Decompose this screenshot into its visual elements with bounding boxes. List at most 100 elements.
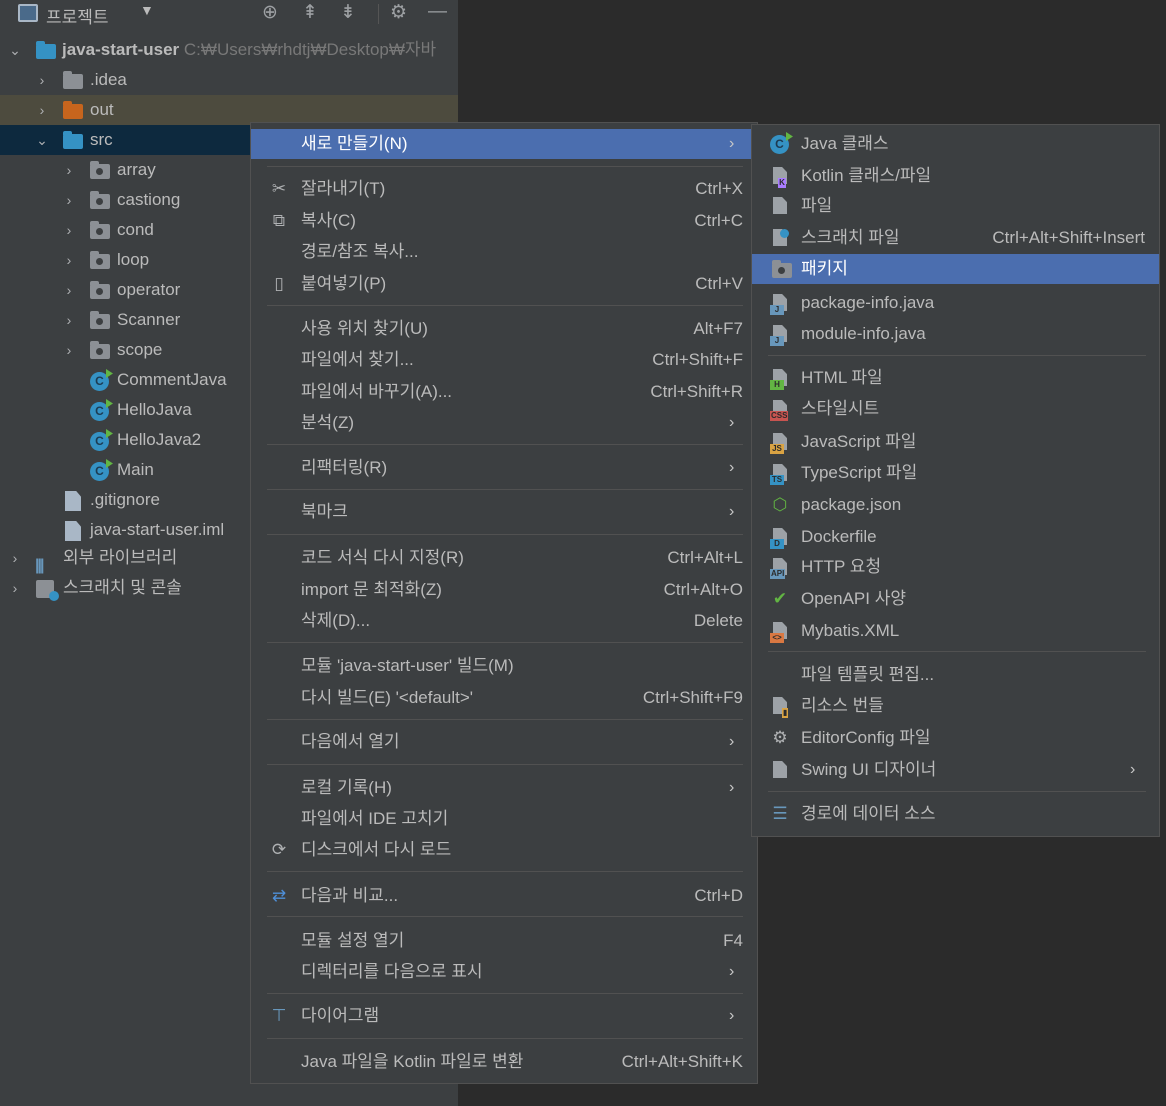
java-file-icon: J bbox=[770, 294, 790, 315]
submenu-item-java-class[interactable]: C Java 클래스 bbox=[752, 129, 1159, 159]
chevron-right-icon[interactable]: › bbox=[62, 245, 76, 275]
menu-item-new[interactable]: 새로 만들기(N) › bbox=[251, 129, 757, 159]
menu-item-find-in-files[interactable]: 파일에서 찾기... Ctrl+Shift+F bbox=[251, 345, 757, 375]
chevron-right-icon[interactable]: › bbox=[35, 65, 49, 95]
javascript-file-icon: JS bbox=[770, 433, 790, 454]
package-icon bbox=[90, 191, 110, 209]
chevron-right-icon[interactable]: › bbox=[62, 275, 76, 305]
package-icon bbox=[90, 221, 110, 239]
menu-item-build-module[interactable]: 모듈 'java-start-user' 빌드(M) bbox=[251, 651, 757, 681]
hide-icon[interactable]: — bbox=[428, 1, 447, 23]
chevron-right-icon[interactable]: › bbox=[62, 155, 76, 185]
menu-item-bookmarks[interactable]: 북마크 › bbox=[251, 497, 757, 527]
menu-item-optimize-imports[interactable]: import 문 최적화(Z) Ctrl+Alt+O bbox=[251, 575, 757, 605]
menu-item-delete[interactable]: 삭제(D)... Delete bbox=[251, 606, 757, 636]
panel-title[interactable]: 프로젝트 bbox=[46, 3, 109, 28]
menu-item-paste[interactable]: ▯ 붙여넣기(P) Ctrl+V bbox=[251, 269, 757, 299]
collapse-all-icon[interactable]: ⇟ bbox=[340, 1, 356, 24]
submenu-item-package[interactable]: 패키지 bbox=[752, 254, 1159, 284]
chevron-right-icon[interactable]: › bbox=[8, 573, 22, 603]
project-panel-header: 프로젝트 ▼ ⊕ ⇞ ⇟ ⚙ — bbox=[0, 0, 458, 28]
chevron-right-icon[interactable]: › bbox=[62, 305, 76, 335]
submenu-item-dockerfile[interactable]: D Dockerfile bbox=[752, 522, 1159, 552]
gear-icon[interactable]: ⚙ bbox=[390, 1, 407, 24]
java-class-icon: C bbox=[90, 372, 109, 391]
menu-item-compare-with[interactable]: ⇄ 다음과 비교... Ctrl+D bbox=[251, 881, 757, 911]
menu-item-rebuild[interactable]: 다시 빌드(E) '<default>' Ctrl+Shift+F9 bbox=[251, 683, 757, 713]
submenu-item-module-info[interactable]: J module-info.java bbox=[752, 319, 1159, 349]
submenu-item-edit-templates[interactable]: 파일 템플릿 편집... bbox=[752, 660, 1159, 690]
openapi-icon: ✔ bbox=[772, 589, 788, 608]
submenu-item-mybatis-xml[interactable]: <> Mybatis.XML bbox=[752, 616, 1159, 646]
submenu-item-resource-bundle[interactable]: ▮ 리소스 번들 bbox=[752, 691, 1159, 721]
chevron-down-icon[interactable]: ⌄ bbox=[8, 35, 22, 65]
submenu-item-package-json[interactable]: ⬡ package.json bbox=[752, 490, 1159, 520]
java-class-icon: C bbox=[90, 462, 109, 481]
chevron-right-icon[interactable]: › bbox=[8, 543, 22, 573]
chevron-right-icon: › bbox=[729, 414, 735, 431]
tree-item-label: HelloJava bbox=[117, 400, 192, 419]
tree-item-label: .idea bbox=[90, 70, 127, 89]
tree-item-label: cond bbox=[117, 220, 154, 239]
chevron-right-icon[interactable]: › bbox=[35, 95, 49, 125]
gear-icon: ⚙ bbox=[772, 728, 788, 747]
locate-icon[interactable]: ⊕ bbox=[262, 1, 278, 24]
package-icon bbox=[90, 251, 110, 269]
expand-all-icon[interactable]: ⇞ bbox=[302, 1, 318, 24]
chevron-down-icon[interactable]: ⌄ bbox=[35, 125, 49, 155]
chevron-right-icon[interactable]: › bbox=[62, 215, 76, 245]
menu-item-analyze[interactable]: 분석(Z) › bbox=[251, 408, 757, 438]
submenu-item-file[interactable]: 파일 bbox=[752, 191, 1159, 221]
submenu-item-data-source-in-path[interactable]: ☰ 경로에 데이터 소스 bbox=[752, 799, 1159, 829]
tree-item-out[interactable]: › out bbox=[0, 95, 458, 125]
menu-divider bbox=[267, 444, 743, 445]
submenu-item-scratch-file[interactable]: 스크래치 파일 Ctrl+Alt+Shift+Insert bbox=[752, 223, 1159, 253]
menu-item-reformat-code[interactable]: 코드 서식 다시 지정(R) Ctrl+Alt+L bbox=[251, 543, 757, 573]
scratch-file-icon bbox=[770, 229, 790, 250]
submenu-item-typescript[interactable]: TS TypeScript 파일 bbox=[752, 458, 1159, 488]
panel-dropdown-icon[interactable]: ▼ bbox=[140, 2, 154, 18]
menu-item-open-in[interactable]: 다음에서 열기 › bbox=[251, 727, 757, 757]
tree-root[interactable]: ⌄ java-start-user C:₩Users₩rhdtj₩Desktop… bbox=[0, 35, 458, 65]
submenu-item-stylesheet[interactable]: CSS 스타일시트 bbox=[752, 394, 1159, 424]
menu-item-copy-path[interactable]: 경로/참조 복사... bbox=[251, 237, 757, 267]
menu-item-module-settings[interactable]: 모듈 설정 열기 F4 bbox=[251, 926, 757, 956]
menu-divider bbox=[267, 166, 743, 167]
menu-item-refactor[interactable]: 리팩터링(R) › bbox=[251, 453, 757, 483]
menu-divider bbox=[768, 651, 1146, 652]
menu-item-diagrams[interactable]: ⊤ 다이어그램 › bbox=[251, 1001, 757, 1031]
tree-item-label: HelloJava2 bbox=[117, 430, 202, 449]
menu-divider bbox=[768, 791, 1146, 792]
menu-divider bbox=[768, 355, 1146, 356]
tree-item-label: scope bbox=[117, 340, 163, 359]
menu-item-local-history[interactable]: 로컬 기록(H) › bbox=[251, 773, 757, 803]
menu-item-mark-directory[interactable]: 디렉터리를 다음으로 표시 › bbox=[251, 957, 757, 987]
project-path: C:₩Users₩rhdtj₩Desktop₩자바 bbox=[183, 40, 437, 59]
menu-item-reload-from-disk[interactable]: ⟳ 디스크에서 다시 로드 bbox=[251, 835, 757, 865]
submenu-item-swing-ui[interactable]: Swing UI 디자이너 › bbox=[752, 755, 1159, 785]
menu-item-replace-in-files[interactable]: 파일에서 바꾸기(A)... Ctrl+Shift+R bbox=[251, 377, 757, 407]
tree-item-label: src bbox=[90, 130, 113, 149]
submenu-item-package-info[interactable]: J package-info.java bbox=[752, 288, 1159, 318]
folder-icon bbox=[63, 71, 83, 89]
menu-item-fix-ide[interactable]: 파일에서 IDE 고치기 bbox=[251, 804, 757, 834]
tree-item-label: castiong bbox=[117, 190, 181, 209]
tree-item-label: operator bbox=[117, 280, 181, 299]
menu-item-find-usages[interactable]: 사용 위치 찾기(U) Alt+F7 bbox=[251, 314, 757, 344]
submenu-item-openapi[interactable]: ✔ OpenAPI 사양 bbox=[752, 584, 1159, 614]
chevron-right-icon[interactable]: › bbox=[62, 185, 76, 215]
submenu-item-kotlin-class[interactable]: K Kotlin 클래스/파일 bbox=[752, 161, 1159, 191]
submenu-item-http-request[interactable]: API HTTP 요청 bbox=[752, 552, 1159, 582]
submenu-item-editorconfig[interactable]: ⚙ EditorConfig 파일 bbox=[752, 723, 1159, 753]
tree-item-label: java-start-user.iml bbox=[90, 520, 225, 539]
kotlin-file-icon: K bbox=[770, 167, 790, 188]
submenu-item-html[interactable]: H HTML 파일 bbox=[752, 363, 1159, 393]
tree-item-idea[interactable]: › .idea bbox=[0, 65, 458, 95]
menu-item-cut[interactable]: ✂ 잘라내기(T) Ctrl+X bbox=[251, 174, 757, 204]
database-icon: ☰ bbox=[772, 804, 788, 823]
menu-item-convert-to-kotlin[interactable]: Java 파일을 Kotlin 파일로 변환 Ctrl+Alt+Shift+K bbox=[251, 1047, 757, 1077]
submenu-item-javascript[interactable]: JS JavaScript 파일 bbox=[752, 427, 1159, 457]
chevron-right-icon[interactable]: › bbox=[62, 335, 76, 365]
docker-file-icon: D bbox=[770, 528, 790, 549]
menu-item-copy[interactable]: ⧉ 복사(C) Ctrl+C bbox=[251, 206, 757, 236]
